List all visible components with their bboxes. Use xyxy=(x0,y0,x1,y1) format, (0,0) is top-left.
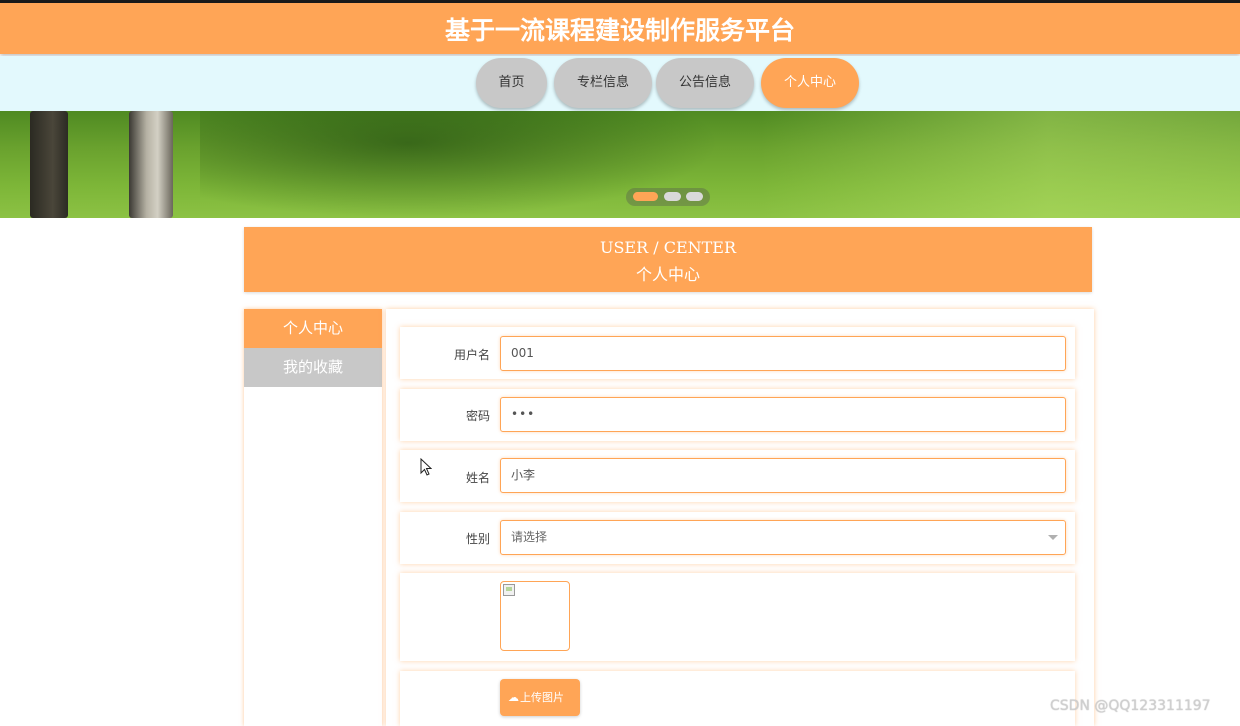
nav-personal-center[interactable]: 个人中心 xyxy=(761,58,859,108)
main-nav: 首页 专栏信息 公告信息 个人中心 xyxy=(0,56,1240,111)
broken-image-icon xyxy=(503,584,515,596)
watermark: CSDN @QQ123311197 xyxy=(1050,698,1211,714)
nav-home[interactable]: 首页 xyxy=(476,58,547,108)
chevron-down-icon xyxy=(1048,535,1058,540)
username-label: 用户名 xyxy=(453,348,490,362)
gender-label: 性别 xyxy=(465,532,490,546)
user-sidebar: 个人中心 我的收藏 xyxy=(244,309,382,726)
upload-image-button[interactable]: ☁上传图片 xyxy=(500,679,580,716)
carousel-dot-2[interactable] xyxy=(664,192,681,201)
sidebar-item-personal-center[interactable]: 个人中心 xyxy=(244,309,382,348)
user-center-header: USER / CENTER 个人中心 xyxy=(244,227,1092,292)
gender-select[interactable]: 请选择 xyxy=(500,520,1066,555)
name-label: 姓名 xyxy=(465,471,490,485)
banner-tree-trunk xyxy=(30,111,68,218)
banner-carousel xyxy=(0,111,1240,218)
password-field[interactable]: ••• xyxy=(500,397,1066,432)
user-center-title-cn: 个人中心 xyxy=(635,265,700,284)
cloud-upload-icon: ☁ xyxy=(508,691,519,704)
site-header: 基于一流课程建设制作服务平台 xyxy=(0,3,1240,54)
carousel-dot-3[interactable] xyxy=(686,192,703,201)
nav-column-info[interactable]: 专栏信息 xyxy=(554,58,652,108)
user-center-title-en: USER / CENTER xyxy=(599,238,737,257)
banner-tree-trunk xyxy=(129,111,173,218)
upload-button-label: 上传图片 xyxy=(520,691,564,704)
password-label: 密码 xyxy=(465,409,490,423)
sidebar-item-favorites[interactable]: 我的收藏 xyxy=(244,348,382,387)
banner-light xyxy=(760,111,1240,218)
site-title: 基于一流课程建设制作服务平台 xyxy=(444,16,795,45)
carousel-dot-1[interactable] xyxy=(633,192,658,201)
nav-announcements[interactable]: 公告信息 xyxy=(656,58,754,108)
username-field[interactable]: 001 xyxy=(500,336,1066,371)
name-field[interactable]: 小李 xyxy=(500,458,1066,493)
